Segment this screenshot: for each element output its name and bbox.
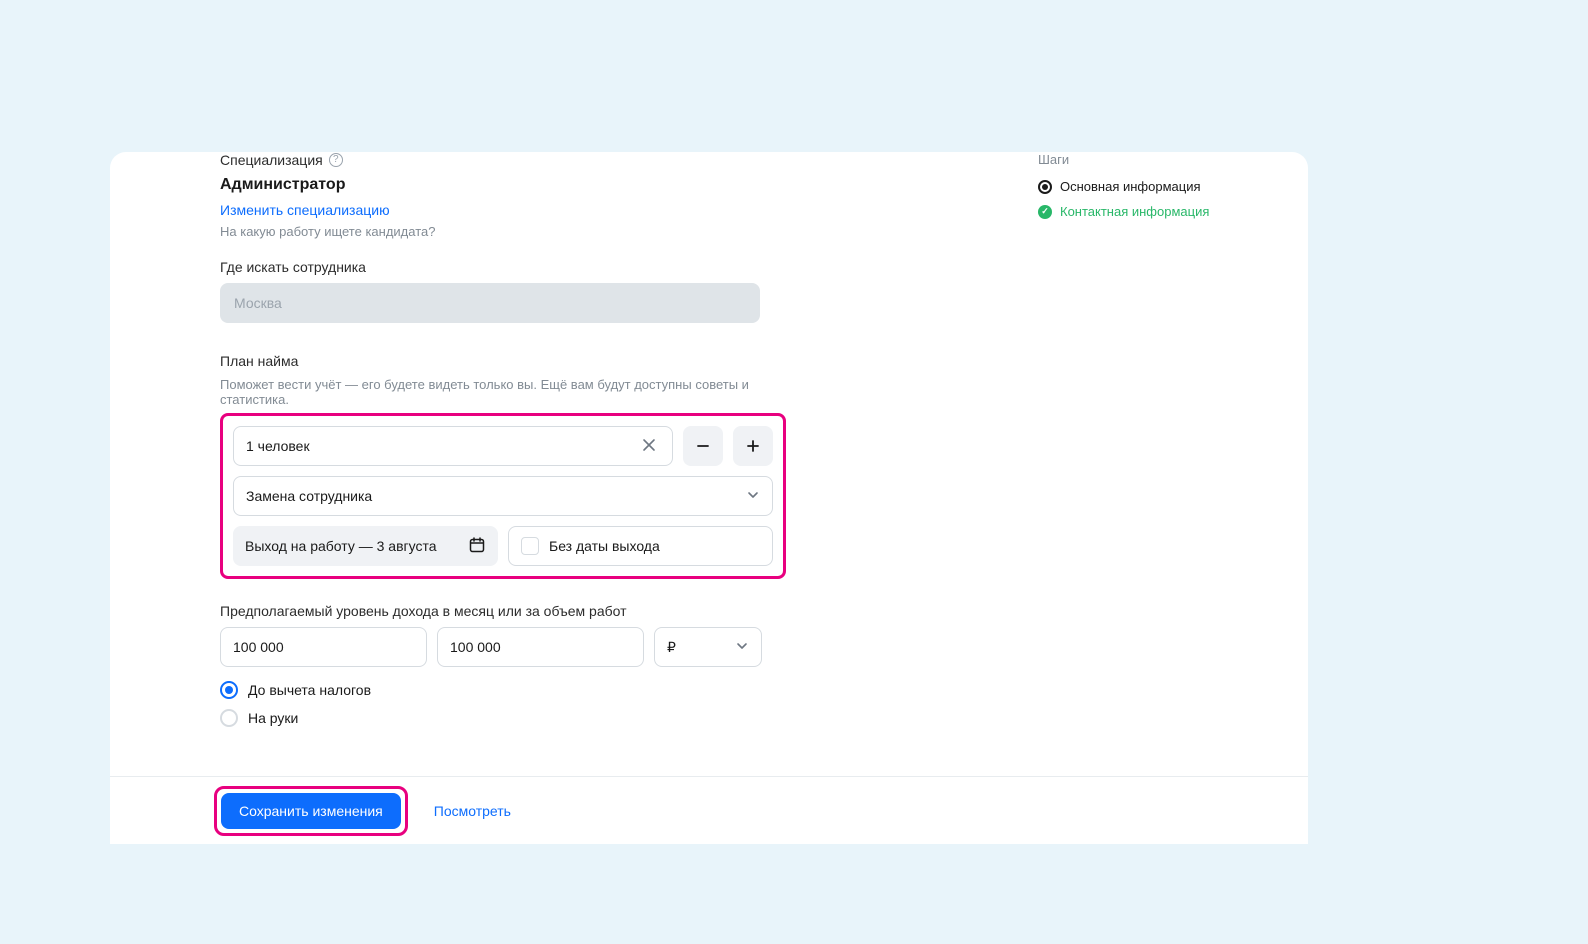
location-value: Москва (234, 295, 282, 311)
steps-title: Шаги (1038, 152, 1288, 167)
calendar-icon (468, 536, 486, 557)
tax-net-label: На руки (248, 710, 298, 726)
hiring-plan-block: План найма Поможет вести учёт — его буде… (220, 353, 980, 579)
preview-link[interactable]: Посмотреть (434, 803, 511, 819)
main-column: Специализация ? Администратор Изменить с… (220, 152, 980, 757)
count-stepper-row: 1 человек (233, 426, 773, 466)
income-from-value: 100 000 (233, 639, 284, 655)
form-card: Специализация ? Администратор Изменить с… (110, 152, 1308, 844)
start-date-button[interactable]: Выход на работу — 3 августа (233, 526, 498, 566)
tax-radio-before[interactable]: До вычета налогов (220, 681, 980, 699)
income-to-value: 100 000 (450, 639, 501, 655)
income-block: Предполагаемый уровень дохода в месяц ил… (220, 603, 980, 727)
specialization-name: Администратор (220, 176, 980, 194)
increment-button[interactable] (733, 426, 773, 466)
chevron-down-icon (746, 488, 760, 505)
help-icon[interactable]: ? (329, 153, 343, 167)
clear-count-icon[interactable] (638, 436, 660, 457)
date-row: Выход на работу — 3 августа Без даты вых… (233, 526, 773, 566)
step-current-icon (1038, 180, 1052, 194)
currency-select[interactable]: ₽ (654, 627, 762, 667)
income-label: Предполагаемый уровень дохода в месяц ил… (220, 603, 980, 619)
step-item-contact[interactable]: ✓ Контактная информация (1038, 204, 1288, 219)
count-value: 1 человек (246, 438, 310, 454)
specialization-label: Специализация (220, 152, 323, 168)
chevron-down-icon (735, 639, 749, 656)
start-date-value: Выход на работу — 3 августа (245, 538, 437, 554)
currency-value: ₽ (667, 639, 676, 656)
no-date-label: Без даты выхода (549, 538, 660, 554)
specialization-hint: На какую работу ищете кандидата? (220, 224, 980, 239)
action-bar: Сохранить изменения Посмотреть (110, 776, 1308, 844)
radio-selected-icon (220, 681, 238, 699)
no-date-checkbox[interactable] (521, 537, 539, 555)
location-block: Где искать сотрудника Москва (220, 259, 980, 323)
location-input[interactable]: Москва (220, 283, 760, 323)
specialization-block: Специализация ? Администратор Изменить с… (220, 152, 980, 239)
location-label: Где искать сотрудника (220, 259, 980, 275)
tax-before-label: До вычета налогов (248, 682, 371, 698)
decrement-button[interactable] (683, 426, 723, 466)
change-specialization-link[interactable]: Изменить специализацию (220, 202, 390, 218)
step-label: Основная информация (1060, 179, 1201, 194)
specialization-label-row: Специализация ? (220, 152, 980, 168)
income-from-input[interactable]: 100 000 (220, 627, 427, 667)
save-button-highlight: Сохранить изменения (214, 786, 408, 836)
hiring-plan-hint: Поможет вести учёт — его будете видеть т… (220, 377, 760, 407)
step-done-icon: ✓ (1038, 205, 1052, 219)
income-to-input[interactable]: 100 000 (437, 627, 644, 667)
reason-select[interactable]: Замена сотрудника (233, 476, 773, 516)
step-item-basic[interactable]: Основная информация (1038, 179, 1288, 194)
radio-unselected-icon (220, 709, 238, 727)
no-date-checkbox-row[interactable]: Без даты выхода (508, 526, 773, 566)
income-inputs-row: 100 000 100 000 ₽ (220, 627, 980, 667)
save-button[interactable]: Сохранить изменения (221, 793, 401, 829)
reason-value: Замена сотрудника (246, 488, 372, 504)
step-label: Контактная информация (1060, 204, 1209, 219)
tax-radio-net[interactable]: На руки (220, 709, 980, 727)
count-input[interactable]: 1 человек (233, 426, 673, 466)
hiring-plan-highlight: 1 человек Замена сотрудника (220, 413, 786, 579)
hiring-plan-label: План найма (220, 353, 980, 369)
steps-sidebar: Шаги Основная информация ✓ Контактная ин… (1038, 152, 1288, 229)
